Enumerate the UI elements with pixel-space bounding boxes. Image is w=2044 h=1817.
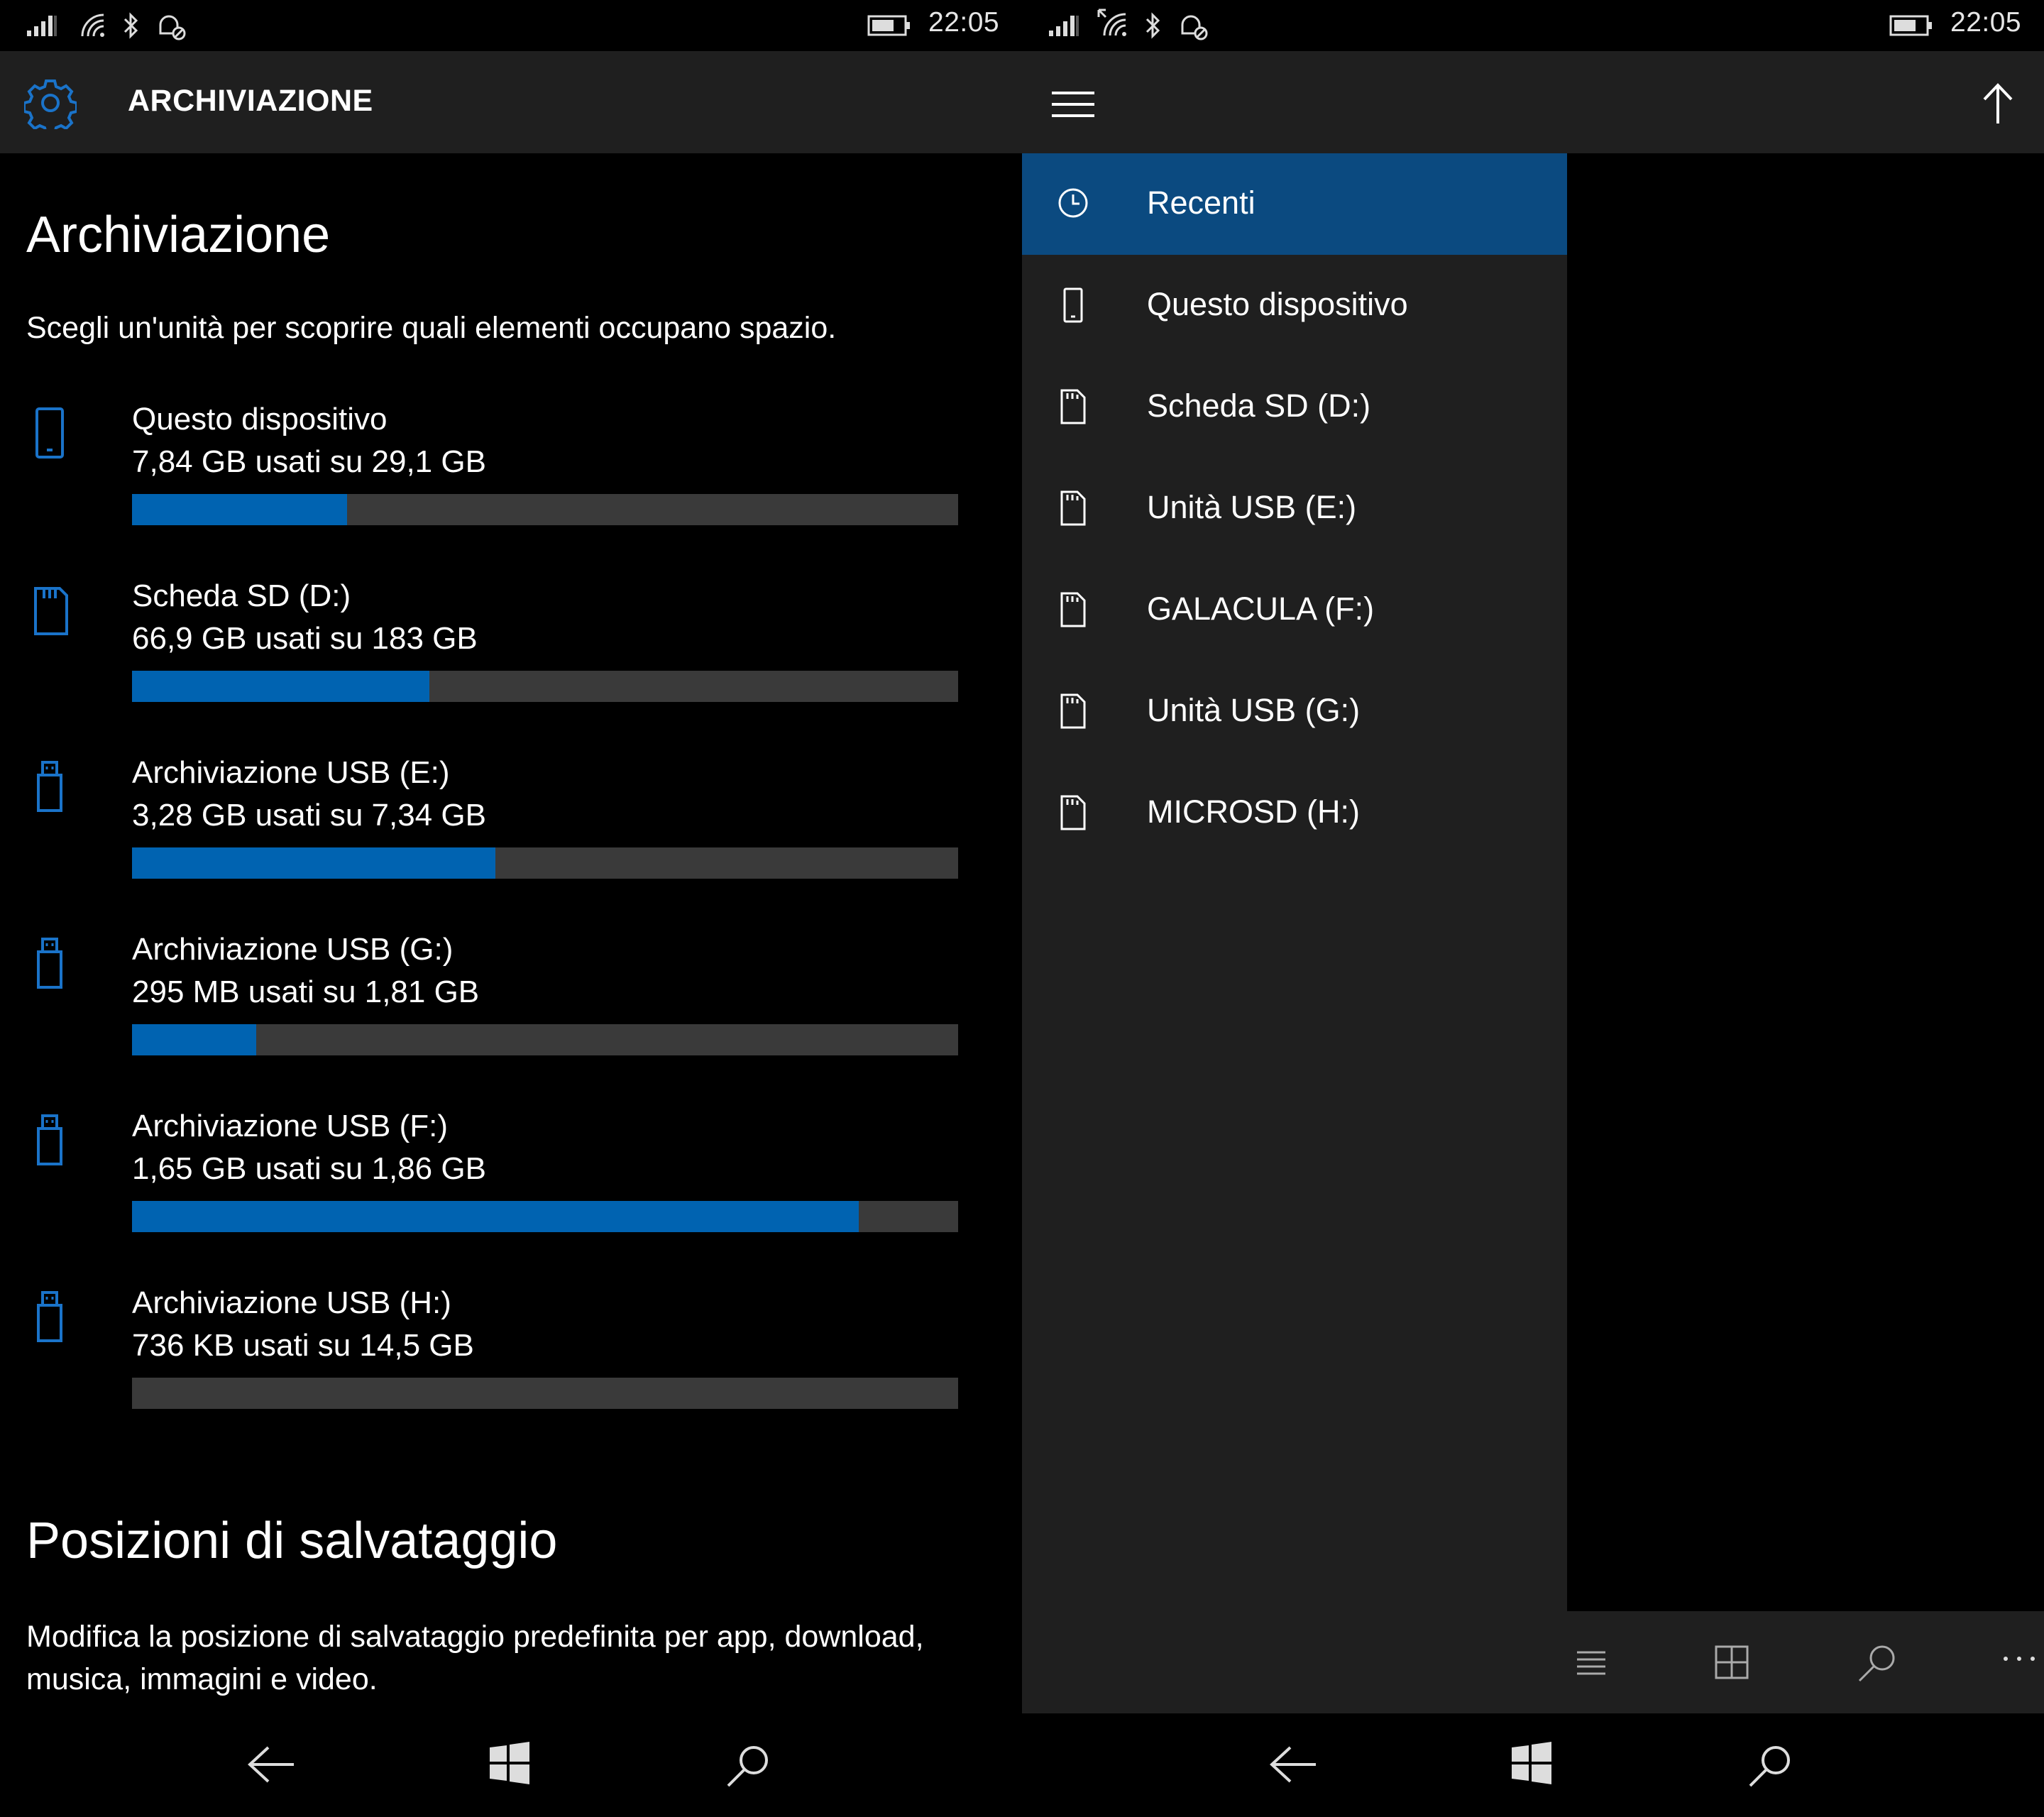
usb-drive-icon <box>37 1291 62 1342</box>
save-locations-description-line1: Modifica la posizione di salvataggio pre… <box>26 1620 924 1654</box>
clock: 22:05 <box>928 7 1000 38</box>
usage-bar <box>132 1024 958 1055</box>
sd-card-icon <box>1060 592 1086 627</box>
drive-item-this-device[interactable]: Questo dispositivo 7,84 GB usati su 29,1… <box>0 402 1022 579</box>
search-icon[interactable] <box>1746 1742 1796 1791</box>
nav-item-label: Unità USB (E:) <box>1147 489 1357 525</box>
drive-name: Questo dispositivo <box>132 402 388 437</box>
usb-drive-icon <box>37 761 62 812</box>
grid-view-icon[interactable] <box>1710 1641 1753 1684</box>
save-locations-description-line2: musica, immagini e video. <box>26 1662 378 1696</box>
page-header: ARCHIVIAZIONE <box>0 51 1022 153</box>
drive-item-sd-card-d[interactable]: Scheda SD (D:) 66,9 GB usati su 183 GB <box>0 578 1022 756</box>
file-explorer-screen: 22:05 Recenti Questo dispositivo Scheda … <box>1022 0 2044 1817</box>
usage-bar-fill <box>132 494 347 525</box>
signal-strength-icon <box>1049 16 1079 36</box>
sd-card-icon <box>1060 389 1086 424</box>
bluetooth-icon <box>123 12 138 39</box>
usage-bar <box>132 847 958 879</box>
drive-item-usb-h[interactable]: Archiviazione USB (H:) 736 KB usati su 1… <box>0 1285 1022 1463</box>
drive-item-usb-e[interactable]: Archiviazione USB (E:) 3,28 GB usati su … <box>0 755 1022 933</box>
drive-name: Archiviazione USB (F:) <box>132 1109 449 1143</box>
signal-strength-icon <box>27 16 57 36</box>
drive-item-usb-f[interactable]: Archiviazione USB (F:) 1,65 GB usati su … <box>0 1109 1022 1286</box>
usage-bar-fill <box>132 1024 256 1055</box>
wifi-sharing-icon <box>1097 9 1126 36</box>
drive-item-usb-g[interactable]: Archiviazione USB (G:) 295 MB usati su 1… <box>0 932 1022 1109</box>
phone-icon <box>35 407 64 459</box>
navigation-pane: Recenti Questo dispositivo Scheda SD (D:… <box>1022 153 1567 1713</box>
status-bar: 22:05 <box>0 0 1022 51</box>
save-locations-title: Posizioni di salvataggio <box>26 1513 558 1569</box>
usage-bar <box>132 494 958 525</box>
nav-item-usb-g[interactable]: Unità USB (G:) <box>1022 661 1567 762</box>
wifi-icon <box>81 13 104 37</box>
storage-section-title: Archiviazione <box>26 207 331 263</box>
back-icon[interactable] <box>246 1742 298 1787</box>
list-view-icon[interactable] <box>1570 1641 1612 1684</box>
nav-item-label: MICROSD (H:) <box>1147 794 1360 830</box>
settings-storage-screen: 22:05 ARCHIVIAZIONE Archiviazione Scegli… <box>0 0 1022 1817</box>
usage-bar-fill <box>132 847 496 879</box>
battery-icon <box>867 15 910 36</box>
status-bar: 22:05 <box>1022 0 2044 51</box>
more-icon[interactable] <box>2001 1654 2037 1664</box>
windows-start-icon[interactable] <box>1510 1742 1553 1784</box>
usage-bar <box>132 671 958 702</box>
phone-icon <box>1063 287 1083 323</box>
windows-start-icon[interactable] <box>488 1742 531 1784</box>
nav-item-this-device[interactable]: Questo dispositivo <box>1022 255 1567 356</box>
nav-item-label: Questo dispositivo <box>1147 286 1408 322</box>
usage-bar-fill <box>132 671 430 702</box>
command-bar <box>1567 1611 2044 1713</box>
usage-bar <box>132 1378 958 1409</box>
nav-item-recent[interactable]: Recenti <box>1022 153 1567 255</box>
nav-item-sd-card-d[interactable]: Scheda SD (D:) <box>1022 356 1567 458</box>
app-bar <box>1022 51 2044 153</box>
usb-drive-icon <box>37 938 62 989</box>
usage-bar-fill <box>132 1201 859 1232</box>
quiet-hours-icon <box>159 15 186 40</box>
usage-bar <box>132 1201 958 1232</box>
sd-card-icon <box>1060 490 1086 526</box>
bluetooth-icon <box>1145 12 1160 39</box>
sd-card-icon <box>1060 693 1086 729</box>
nav-item-label: Unità USB (G:) <box>1147 692 1361 728</box>
nav-item-microsd-h[interactable]: MICROSD (H:) <box>1022 762 1567 864</box>
navigation-bar <box>0 1713 1022 1817</box>
nav-item-label: GALACULA (F:) <box>1147 591 1375 627</box>
nav-item-galacula-f[interactable]: GALACULA (F:) <box>1022 559 1567 661</box>
clock-icon <box>1058 188 1088 218</box>
usb-drive-icon <box>37 1114 62 1165</box>
search-icon[interactable] <box>1855 1641 1901 1686</box>
drive-name: Archiviazione USB (E:) <box>132 755 450 790</box>
drive-usage: 3,28 GB usati su 7,34 GB <box>132 798 486 833</box>
back-icon[interactable] <box>1268 1742 1320 1787</box>
drive-name: Archiviazione USB (G:) <box>132 932 454 967</box>
search-icon[interactable] <box>724 1742 774 1791</box>
drive-usage: 66,9 GB usati su 183 GB <box>132 621 478 656</box>
clock: 22:05 <box>1950 7 2022 38</box>
battery-icon <box>1889 15 1932 36</box>
drive-usage: 1,65 GB usati su 1,86 GB <box>132 1151 486 1186</box>
storage-section-description: Scegli un'unità per scoprire quali eleme… <box>26 311 837 345</box>
drive-usage: 295 MB usati su 1,81 GB <box>132 975 480 1009</box>
hamburger-menu-icon[interactable] <box>1050 90 1096 119</box>
drive-usage: 7,84 GB usati su 29,1 GB <box>132 444 486 479</box>
sd-card-icon <box>1060 795 1086 830</box>
drive-name: Scheda SD (D:) <box>132 578 351 613</box>
drive-usage: 736 KB usati su 14,5 GB <box>132 1328 474 1363</box>
drive-name: Archiviazione USB (H:) <box>132 1285 451 1320</box>
sd-card-icon <box>34 587 68 635</box>
page-title: ARCHIVIAZIONE <box>128 84 373 118</box>
navigation-bar <box>1022 1713 2044 1817</box>
up-arrow-icon[interactable] <box>1980 82 2016 125</box>
nav-item-label: Recenti <box>1147 185 1255 221</box>
gear-icon <box>24 79 77 129</box>
nav-item-usb-e[interactable]: Unità USB (E:) <box>1022 458 1567 559</box>
nav-item-label: Scheda SD (D:) <box>1147 388 1371 424</box>
quiet-hours-icon <box>1181 15 1208 40</box>
